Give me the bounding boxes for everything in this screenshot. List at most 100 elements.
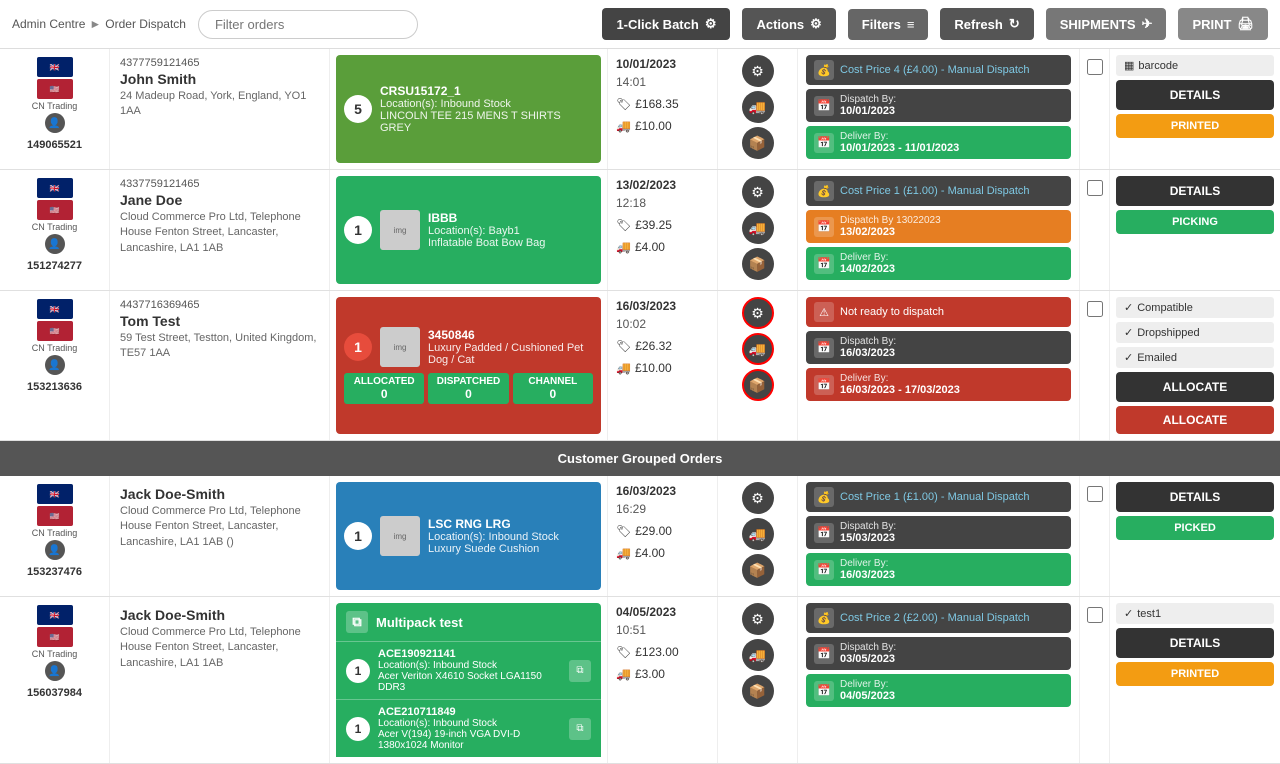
customer-address: Cloud Commerce Pro Ltd, Telephone House … bbox=[120, 210, 319, 256]
details-button[interactable]: DETAILS bbox=[1116, 482, 1274, 512]
order-actions-panel: ⚙ 🚚 📦 bbox=[718, 49, 798, 169]
shipments-button[interactable]: SHIPMENTS ✈ bbox=[1046, 8, 1167, 40]
print-button[interactable]: PRINT 🖨 bbox=[1178, 8, 1268, 40]
settings-action-button[interactable]: ⚙ bbox=[742, 297, 774, 329]
delivery-icon: 🚚 bbox=[616, 119, 631, 133]
refresh-icon: ↻ bbox=[1009, 16, 1020, 32]
dispatch-calendar-icon: 📅 bbox=[814, 644, 834, 664]
multipack-icon: ⧉ bbox=[346, 611, 368, 633]
order-delivery: £10.00 bbox=[635, 119, 672, 133]
deliver-by-date: 14/02/2023 bbox=[840, 263, 895, 275]
order-datetime-panel: 16/03/2023 16:29 🏷£29.00 🚚£4.00 bbox=[608, 476, 718, 596]
details-button[interactable]: DETAILS bbox=[1116, 80, 1274, 110]
customer-name: Tom Test bbox=[120, 313, 319, 329]
details-button[interactable]: DETAILS bbox=[1116, 176, 1274, 206]
settings-action-button[interactable]: ⚙ bbox=[742, 176, 774, 208]
deliver-by-item: 📅 Deliver By: 16/03/2023 - 17/03/2023 bbox=[806, 368, 1071, 401]
cost-price-link[interactable]: Cost Price 4 (£4.00) - Manual Dispatch bbox=[840, 64, 1030, 76]
order-time: 14:01 bbox=[616, 75, 709, 89]
details-button[interactable]: DETAILS bbox=[1116, 628, 1274, 658]
product-sku: CRSU15172_1 bbox=[380, 84, 593, 98]
order-left-panel: 🇬🇧 🇺🇸 CN Trading 👤 153213636 bbox=[0, 291, 110, 440]
order-datetime-panel: 16/03/2023 10:02 🏷£26.32 🚚£10.00 bbox=[608, 291, 718, 440]
deliver-by-date: 16/03/2023 bbox=[840, 569, 895, 581]
product-location: Location(s): Inbound Stock bbox=[380, 98, 593, 110]
test1-badge: ✓ test1 bbox=[1116, 603, 1274, 624]
order-dispatch-panel: 💰 Cost Price 4 (£4.00) - Manual Dispatch… bbox=[798, 49, 1080, 169]
order-actions-panel: ⚙ 🚚 📦 bbox=[718, 291, 798, 440]
user-avatar-icon: 👤 bbox=[45, 234, 65, 254]
customer-name: Jane Doe bbox=[120, 192, 319, 208]
order-select-checkbox[interactable] bbox=[1087, 180, 1103, 196]
app-header: Admin Centre ► Order Dispatch 1-Click Ba… bbox=[0, 0, 1280, 49]
order-price: £26.32 bbox=[635, 339, 672, 353]
status-printed-button[interactable]: PRINTED bbox=[1116, 662, 1274, 686]
truck-action-button[interactable]: 🚚 bbox=[742, 212, 774, 244]
status-picked-button[interactable]: PICKED bbox=[1116, 516, 1274, 540]
order-right-panel: DETAILS PICKED bbox=[1110, 476, 1280, 596]
one-click-batch-button[interactable]: 1-Click Batch ⚙ bbox=[602, 8, 730, 40]
refresh-button[interactable]: Refresh ↻ bbox=[940, 8, 1033, 40]
order-actions-panel: ⚙ 🚚 📦 bbox=[718, 597, 798, 763]
order-number: 4437716369465 bbox=[120, 299, 319, 311]
truck-action-button[interactable]: 🚚 bbox=[742, 518, 774, 550]
box-action-button[interactable]: 📦 bbox=[742, 127, 774, 159]
cost-price-link[interactable]: Cost Price 2 (£2.00) - Manual Dispatch bbox=[840, 612, 1030, 624]
multipack-container: ⧉ Multipack test 1 ACE190921141 Location… bbox=[336, 603, 601, 757]
cost-price-link[interactable]: Cost Price 1 (£1.00) - Manual Dispatch bbox=[840, 185, 1030, 197]
order-id: 153237476 bbox=[27, 566, 82, 578]
customer-address: Cloud Commerce Pro Ltd, Telephone House … bbox=[120, 504, 319, 550]
flag-us-icon: 🇺🇸 bbox=[37, 79, 73, 99]
order-row: 🇬🇧 🇺🇸 CN Trading 👤 156037984 Jack Doe-Sm… bbox=[0, 597, 1280, 764]
order-row: 🇬🇧 🇺🇸 CN Trading 👤 153237476 Jack Doe-Sm… bbox=[0, 476, 1280, 597]
multipack-item: 1 ACE210711849 Location(s): Inbound Stoc… bbox=[336, 699, 601, 757]
box-action-button[interactable]: 📦 bbox=[742, 675, 774, 707]
actions-button[interactable]: Actions ⚙ bbox=[742, 8, 835, 40]
truck-action-button[interactable]: 🚚 bbox=[742, 333, 774, 365]
deliver-by-label: Deliver By: bbox=[840, 373, 960, 384]
order-info-panel: Jack Doe-Smith Cloud Commerce Pro Ltd, T… bbox=[110, 597, 330, 763]
settings-action-button[interactable]: ⚙ bbox=[742, 55, 774, 87]
deliver-by-item: 📅 Deliver By: 16/03/2023 bbox=[806, 553, 1071, 586]
deliver-by-label: Deliver By: bbox=[840, 131, 959, 142]
box-action-button[interactable]: 📦 bbox=[742, 369, 774, 401]
box-action-button[interactable]: 📦 bbox=[742, 554, 774, 586]
order-select-checkbox[interactable] bbox=[1087, 486, 1103, 502]
order-product-panel: 5 CRSU15172_1 Location(s): Inbound Stock… bbox=[330, 49, 608, 169]
status-picking-button[interactable]: PICKING bbox=[1116, 210, 1274, 234]
dispatch-by-label: Dispatch By: bbox=[840, 642, 896, 653]
customer-address: Cloud Commerce Pro Ltd, Telephone House … bbox=[120, 625, 319, 671]
order-select-checkbox[interactable] bbox=[1087, 607, 1103, 623]
channel-label: CN Trading bbox=[32, 528, 78, 538]
status-printed-button[interactable]: PRINTED bbox=[1116, 114, 1274, 138]
copy-icon[interactable]: ⧉ bbox=[569, 660, 591, 682]
order-row: 🇬🇧 🇺🇸 CN Trading 👤 151274277 43377591214… bbox=[0, 170, 1280, 291]
allocate-button[interactable]: ALLOCATE bbox=[1116, 406, 1274, 434]
actions-icon: ⚙ bbox=[810, 16, 822, 32]
filters-button[interactable]: Filters ≡ bbox=[848, 9, 929, 40]
flag-us-icon: 🇺🇸 bbox=[37, 200, 73, 220]
settings-action-button[interactable]: ⚙ bbox=[742, 482, 774, 514]
order-date: 10/01/2023 bbox=[616, 57, 709, 71]
order-right-panel: ✓ Compatible ✓ Dropshipped ✓ Emailed ALL… bbox=[1110, 291, 1280, 440]
cost-price-item: 💰 Cost Price 1 (£1.00) - Manual Dispatch bbox=[806, 176, 1071, 206]
order-datetime-panel: 10/01/2023 14:01 🏷£168.35 🚚£10.00 bbox=[608, 49, 718, 169]
copy-icon[interactable]: ⧉ bbox=[569, 718, 591, 740]
filter-orders-input[interactable] bbox=[198, 10, 418, 39]
cost-price-link[interactable]: Cost Price 1 (£1.00) - Manual Dispatch bbox=[840, 491, 1030, 503]
box-action-button[interactable]: 📦 bbox=[742, 248, 774, 280]
allocate-details-button[interactable]: ALLOCATE bbox=[1116, 372, 1274, 402]
settings-action-button[interactable]: ⚙ bbox=[742, 603, 774, 635]
product-desc: Luxury Suede Cushion bbox=[428, 543, 559, 555]
truck-action-button[interactable]: 🚚 bbox=[742, 639, 774, 671]
not-ready-link[interactable]: Not ready to dispatch bbox=[840, 306, 944, 318]
emailed-icon: ✓ bbox=[1124, 351, 1133, 364]
cost-price-icon: 💰 bbox=[814, 608, 834, 628]
item-qty-badge: 1 bbox=[346, 659, 370, 683]
dispatch-by-highlighted-item: 📅 Dispatch By 13022023 13/02/2023 bbox=[806, 210, 1071, 243]
order-right-panel: DETAILS PICKING bbox=[1110, 170, 1280, 290]
dispatch-highlight-text: Dispatch By 13022023 bbox=[840, 215, 941, 226]
truck-action-button[interactable]: 🚚 bbox=[742, 91, 774, 123]
order-select-checkbox[interactable] bbox=[1087, 301, 1103, 317]
order-select-checkbox[interactable] bbox=[1087, 59, 1103, 75]
